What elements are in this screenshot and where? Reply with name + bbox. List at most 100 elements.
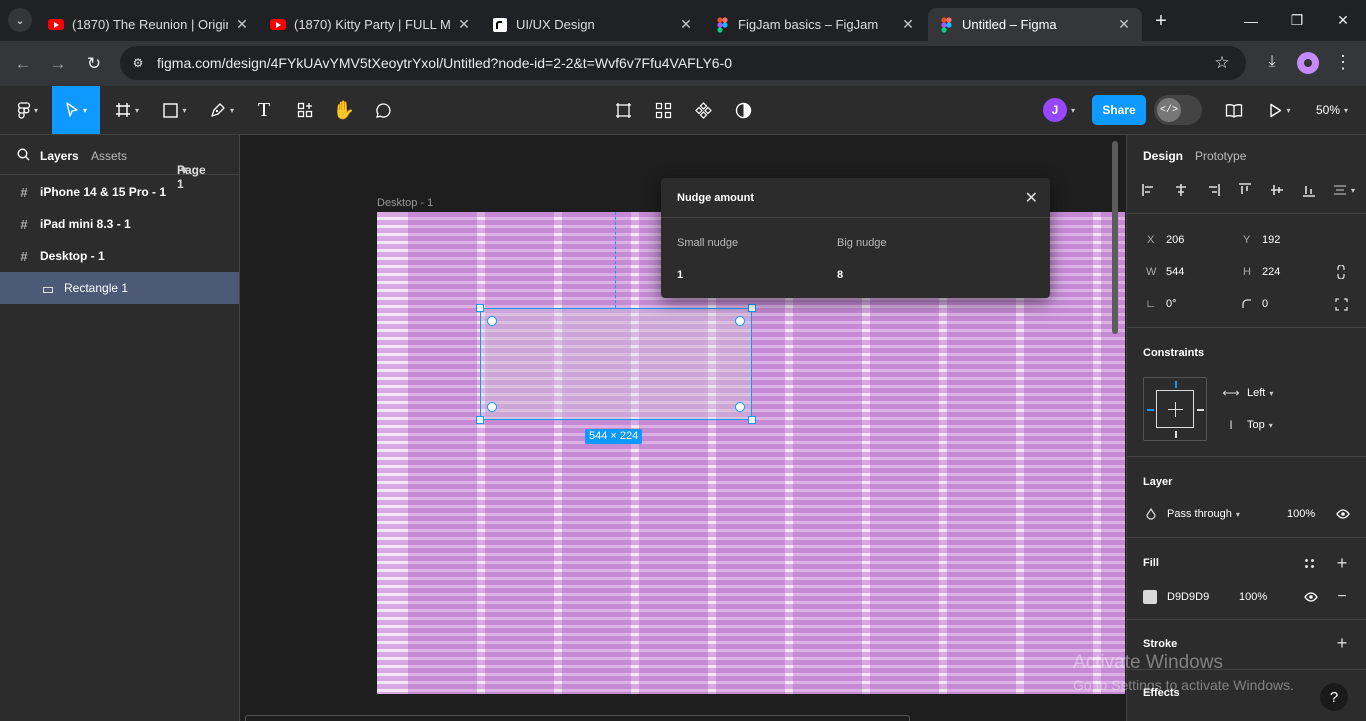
right-constraint[interactable] xyxy=(1197,409,1204,411)
new-tab-button[interactable]: + xyxy=(1150,10,1172,32)
independent-corners-icon[interactable] xyxy=(1333,296,1349,312)
browser-menu-icon[interactable]: ⋮ xyxy=(1332,51,1354,73)
resize-handle[interactable] xyxy=(748,304,756,312)
radius-handle[interactable] xyxy=(487,402,497,412)
resize-handle[interactable] xyxy=(476,416,484,424)
close-icon[interactable]: ✕ xyxy=(1025,188,1038,208)
hand-tool-icon[interactable]: ✋ xyxy=(330,86,358,134)
library-button[interactable] xyxy=(1220,86,1248,134)
tab-prototype[interactable]: Prototype xyxy=(1195,149,1246,163)
close-icon[interactable]: ✕ xyxy=(678,16,694,33)
align-center-horizontal-icon[interactable] xyxy=(1173,182,1189,198)
height-input[interactable]: 224 xyxy=(1262,266,1280,278)
maximize-icon[interactable]: ❐ xyxy=(1274,0,1320,41)
dev-mode-toggle[interactable]: </> xyxy=(1154,95,1202,125)
search-icon[interactable] xyxy=(16,147,30,161)
minimize-icon[interactable]: — xyxy=(1228,0,1274,41)
layer-opacity-input[interactable]: 100% xyxy=(1287,508,1315,520)
vertical-scrollbar[interactable] xyxy=(1112,141,1118,334)
reload-icon[interactable]: ↻ xyxy=(81,51,107,77)
layer-item[interactable]: # iPad mini 8.3 - 1 xyxy=(0,208,239,240)
browser-tab[interactable]: UI/UX Design ✕ xyxy=(482,8,704,41)
horizontal-scrollbar[interactable] xyxy=(245,715,910,721)
close-icon[interactable]: ✕ xyxy=(456,16,472,33)
small-nudge-input[interactable]: 1 xyxy=(677,269,683,281)
align-right-icon[interactable] xyxy=(1205,182,1221,198)
site-settings-icon[interactable]: ⚙ xyxy=(130,55,146,71)
vertical-constraint-dropdown[interactable]: Top ▾ xyxy=(1247,419,1273,431)
eye-icon[interactable] xyxy=(1303,589,1319,605)
mask-button[interactable] xyxy=(728,86,758,134)
fill-opacity-input[interactable]: 100% xyxy=(1239,591,1267,603)
download-icon[interactable]: ⤓ xyxy=(1261,51,1283,73)
shape-tool-button[interactable]: ▾ xyxy=(156,86,194,134)
main-menu-button[interactable]: ▾ xyxy=(8,86,48,134)
x-input[interactable]: 206 xyxy=(1166,234,1184,246)
frame-tool-button[interactable]: ▾ xyxy=(108,86,146,134)
bookmark-star-icon[interactable]: ☆ xyxy=(1212,53,1232,73)
layout-grid-button[interactable] xyxy=(648,86,678,134)
width-input[interactable]: 544 xyxy=(1166,266,1184,278)
window-close-icon[interactable]: ✕ xyxy=(1320,0,1366,41)
browser-tab[interactable]: (1870) The Reunion | Original ✕ xyxy=(38,8,260,41)
browser-tab[interactable]: (1870) Kitty Party | FULL MOVIE ✕ xyxy=(260,8,482,41)
layer-item[interactable]: # iPhone 14 & 15 Pro - 1 xyxy=(0,176,239,208)
tab-layers[interactable]: Layers xyxy=(40,149,79,163)
top-constraint[interactable] xyxy=(1175,381,1177,388)
fill-color-swatch[interactable] xyxy=(1143,590,1157,604)
browser-tab-active[interactable]: Untitled – Figma ✕ xyxy=(928,8,1142,41)
radius-handle[interactable] xyxy=(487,316,497,326)
fill-hex-input[interactable]: D9D9D9 xyxy=(1167,591,1209,603)
tab-search-button[interactable]: ⌄ xyxy=(8,8,32,32)
crop-tool-button[interactable] xyxy=(608,86,638,134)
selected-rectangle[interactable] xyxy=(480,308,752,420)
help-button[interactable]: ? xyxy=(1320,683,1348,711)
tab-assets[interactable]: Assets xyxy=(91,149,127,163)
add-fill-icon[interactable]: + xyxy=(1334,553,1350,573)
text-tool-icon[interactable]: T xyxy=(250,86,278,134)
blend-mode-dropdown[interactable]: Pass through ▾ xyxy=(1167,508,1240,520)
tab-design[interactable]: Design xyxy=(1143,149,1183,163)
frame-label[interactable]: Desktop - 1 xyxy=(377,197,433,209)
user-avatar-button[interactable]: J ▾ xyxy=(1034,86,1084,134)
close-icon[interactable]: ✕ xyxy=(900,16,916,33)
zoom-dropdown[interactable]: 50% ▾ xyxy=(1308,86,1356,134)
constraints-widget[interactable] xyxy=(1143,377,1207,441)
big-nudge-input[interactable]: 8 xyxy=(837,269,843,281)
add-stroke-icon[interactable]: + xyxy=(1334,633,1350,653)
align-bottom-icon[interactable] xyxy=(1301,182,1317,198)
browser-tab[interactable]: FigJam basics – FigJam ✕ xyxy=(704,8,926,41)
back-icon[interactable]: ← xyxy=(10,51,36,77)
rotation-input[interactable]: 0° xyxy=(1166,298,1177,310)
bottom-constraint[interactable] xyxy=(1175,431,1177,438)
comment-tool-button[interactable] xyxy=(368,86,398,134)
radius-handle[interactable] xyxy=(735,316,745,326)
layer-item[interactable]: # Desktop - 1 xyxy=(0,240,239,272)
corner-radius-input[interactable]: 0 xyxy=(1262,298,1268,310)
eye-icon[interactable] xyxy=(1335,506,1351,522)
align-left-icon[interactable] xyxy=(1141,182,1157,198)
layer-item-selected[interactable]: Rectangle 1 xyxy=(0,272,239,304)
radius-handle[interactable] xyxy=(735,402,745,412)
component-button[interactable] xyxy=(688,86,718,134)
styles-icon[interactable] xyxy=(1301,555,1317,571)
constrain-proportions-icon[interactable] xyxy=(1333,264,1349,280)
profile-avatar[interactable] xyxy=(1297,52,1319,74)
distribute-icon[interactable]: ▾ xyxy=(1331,182,1357,198)
present-button[interactable]: ▾ xyxy=(1262,86,1298,134)
align-top-icon[interactable] xyxy=(1237,182,1253,198)
close-icon[interactable]: ✕ xyxy=(234,16,250,33)
align-middle-icon[interactable] xyxy=(1269,182,1285,198)
left-constraint[interactable] xyxy=(1147,409,1154,411)
move-tool-button[interactable]: ▾ xyxy=(52,86,100,134)
remove-fill-icon[interactable]: − xyxy=(1334,588,1350,605)
horizontal-constraint-dropdown[interactable]: Left ▾ xyxy=(1247,387,1273,399)
y-input[interactable]: 192 xyxy=(1262,234,1280,246)
pen-tool-button[interactable]: ▾ xyxy=(203,86,241,134)
resize-handle[interactable] xyxy=(476,304,484,312)
forward-icon[interactable]: → xyxy=(45,51,71,77)
resize-handle[interactable] xyxy=(748,416,756,424)
share-button[interactable]: Share xyxy=(1092,95,1146,125)
url-bar[interactable]: ⚙ figma.com/design/4FYkUAvYMV5tXeoytrYxo… xyxy=(120,46,1246,80)
close-icon[interactable]: ✕ xyxy=(1116,16,1132,33)
